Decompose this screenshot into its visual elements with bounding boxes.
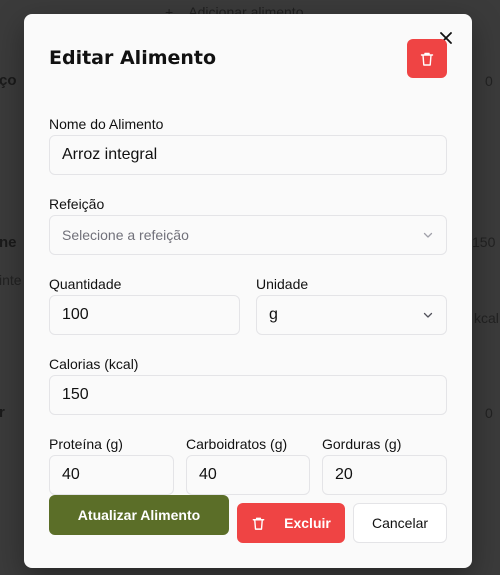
bg-fragment: 0 bbox=[485, 405, 493, 421]
bg-fragment: r bbox=[0, 404, 5, 421]
delete-button-label: Excluir bbox=[284, 515, 331, 531]
chevron-down-icon bbox=[423, 232, 433, 238]
carbs-input[interactable] bbox=[186, 455, 310, 495]
meal-label: Refeição bbox=[49, 196, 105, 212]
food-name-label: Nome do Alimento bbox=[49, 116, 164, 132]
calories-input[interactable] bbox=[49, 375, 447, 415]
bg-fragment: 150 bbox=[472, 234, 496, 250]
unit-select[interactable]: g bbox=[256, 295, 447, 335]
dialog-title: Editar Alimento bbox=[49, 47, 217, 69]
bg-fragment: ço bbox=[0, 72, 17, 89]
bg-fragment: ne bbox=[0, 234, 17, 251]
carbs-label: Carboidratos (g) bbox=[186, 436, 288, 452]
meal-select[interactable]: Selecione a refeição bbox=[49, 215, 447, 255]
fat-input[interactable] bbox=[322, 455, 447, 495]
quantity-input[interactable] bbox=[49, 295, 240, 335]
meal-select-placeholder: Selecione a refeição bbox=[62, 227, 189, 243]
delete-food-button[interactable]: Excluir bbox=[237, 503, 345, 543]
unit-select-value: g bbox=[269, 306, 278, 323]
trash-icon bbox=[420, 52, 434, 66]
bg-fragment: inte bbox=[0, 272, 22, 288]
unit-label: Unidade bbox=[256, 276, 309, 292]
protein-input[interactable] bbox=[49, 455, 174, 495]
fat-label: Gorduras (g) bbox=[322, 436, 402, 452]
bg-fragment: 0 bbox=[485, 73, 493, 89]
edit-food-dialog: Editar Alimento Nome do Alimento Refeiçã… bbox=[24, 14, 472, 568]
trash-icon bbox=[252, 517, 265, 530]
update-food-button[interactable]: Atualizar Alimento bbox=[49, 495, 229, 535]
delete-icon-button[interactable] bbox=[407, 39, 447, 78]
cancel-button[interactable]: Cancelar bbox=[353, 503, 447, 543]
calories-label: Calorias (kcal) bbox=[49, 356, 139, 372]
chevron-down-icon bbox=[423, 312, 433, 318]
bg-fragment: kcal bbox=[474, 310, 499, 326]
quantity-label: Quantidade bbox=[49, 276, 122, 292]
food-name-input[interactable] bbox=[49, 135, 447, 175]
protein-label: Proteína (g) bbox=[49, 436, 123, 452]
